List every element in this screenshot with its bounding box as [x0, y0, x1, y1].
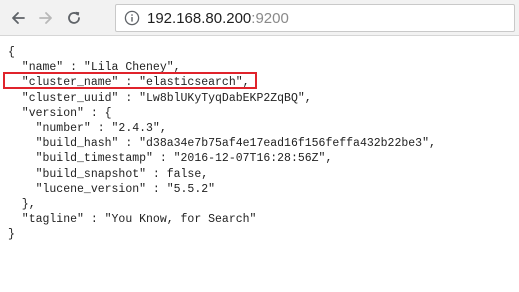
json-line: "build_timestamp" : "2016-12-07T16:28:56… — [8, 152, 333, 166]
back-arrow-icon — [12, 12, 25, 24]
url-text[interactable]: 192.168.80.200:9200 — [147, 10, 289, 27]
json-line: "build_snapshot" : false, — [8, 167, 209, 181]
forward-button[interactable] — [34, 6, 58, 30]
cluster-name-highlight-box — [3, 72, 257, 89]
info-icon[interactable] — [124, 10, 140, 26]
json-line: } — [8, 228, 15, 242]
address-bar[interactable]: 192.168.80.200:9200 — [115, 4, 515, 32]
reload-icon — [68, 11, 80, 24]
json-line: "lucene_version" : "5.5.2" — [8, 182, 216, 196]
json-line: }, — [8, 197, 36, 211]
forward-arrow-icon — [39, 12, 52, 24]
browser-toolbar: 192.168.80.200:9200 — [0, 0, 519, 36]
back-button[interactable] — [6, 6, 30, 30]
json-line: "build_hash" : "d38a34e7b75af4e17ead16f1… — [8, 137, 436, 151]
url-host: 192.168.80.200 — [147, 9, 252, 27]
url-port: :9200 — [251, 9, 289, 27]
json-line: "tagline" : "You Know, for Search" — [8, 213, 257, 227]
page-content: { "name" : "Lila Cheney", "cluster_name"… — [0, 36, 519, 292]
json-line: { — [8, 46, 15, 59]
json-line: "number" : "2.4.3", — [8, 121, 167, 135]
json-line: "cluster_uuid" : "Lw8blUKyTyqDabEKP2ZqBQ… — [8, 91, 312, 105]
json-line: "version" : { — [8, 106, 112, 120]
reload-button[interactable] — [62, 6, 86, 30]
